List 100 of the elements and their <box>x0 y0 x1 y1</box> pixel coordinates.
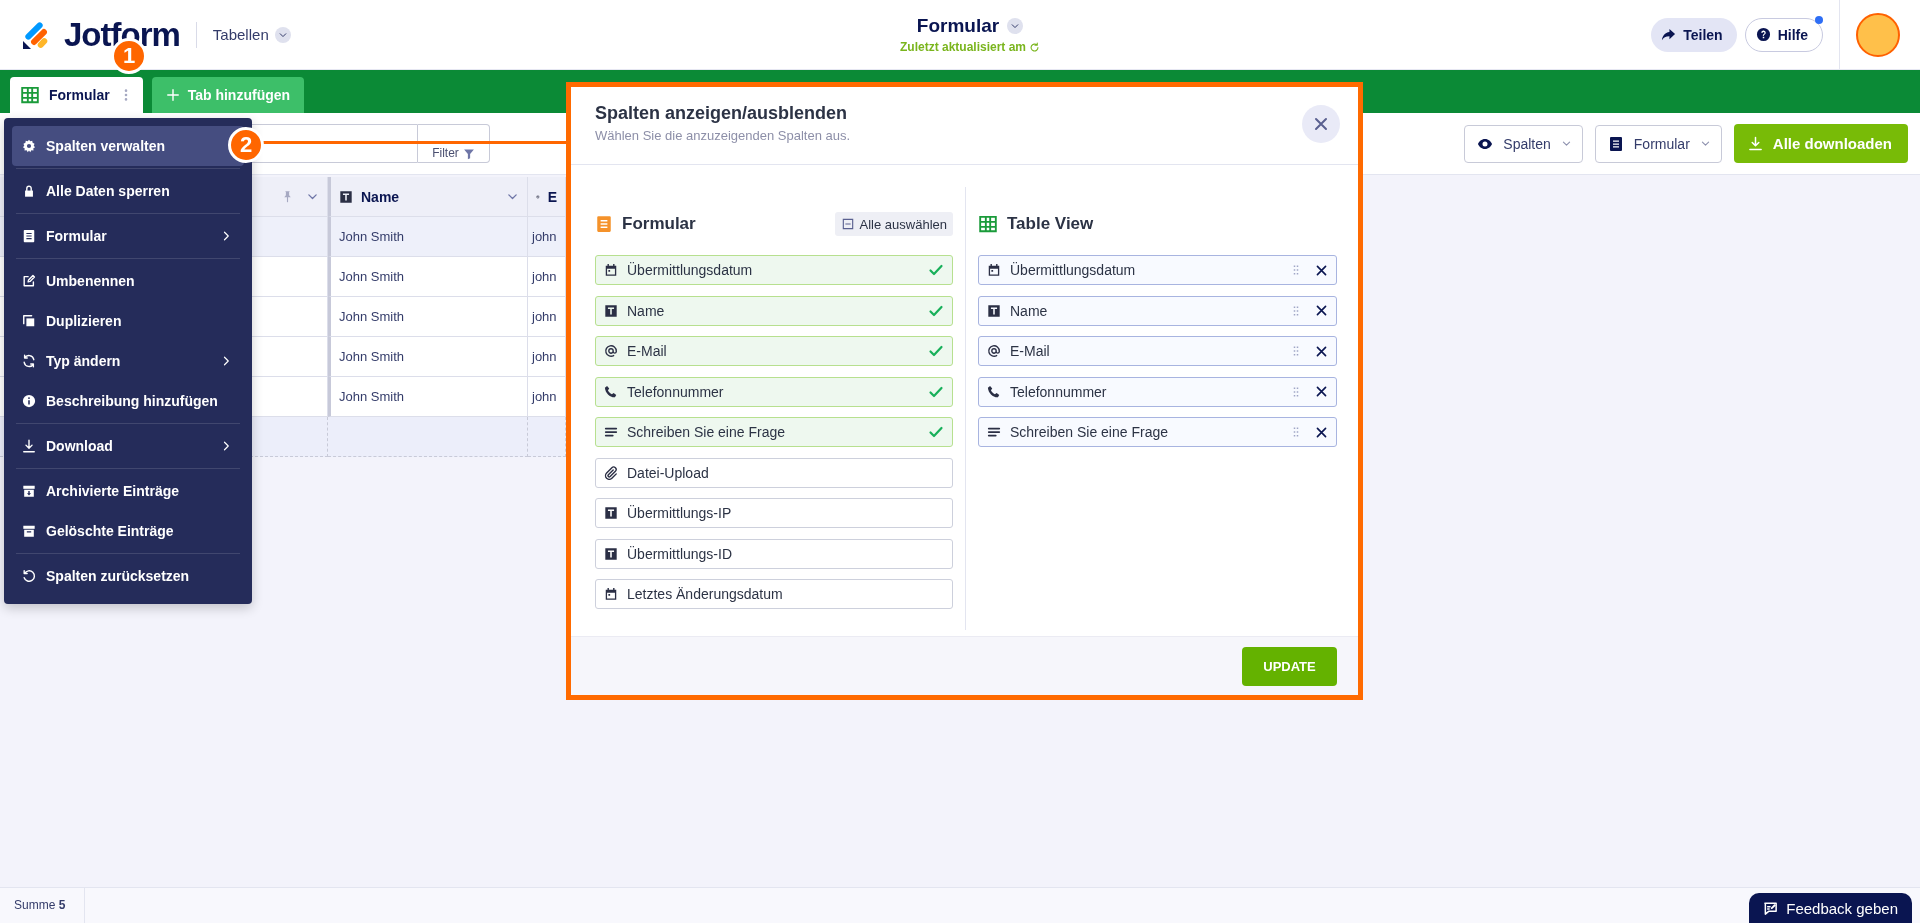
column-option[interactable]: Übermittlungsdatum <box>595 255 953 285</box>
menu-item[interactable]: Spalten zurücksetzen <box>12 556 244 596</box>
archive-box-icon <box>22 524 36 538</box>
paperclip-icon <box>604 465 618 480</box>
column-header[interactable]: E <box>528 177 566 217</box>
chevron-down-icon[interactable] <box>1010 21 1021 31</box>
text-field-icon <box>987 303 1001 318</box>
text-lines-icon <box>604 425 618 439</box>
dialog-subtitle: Wählen Sie die anzuzeigenden Spalten aus. <box>595 128 851 143</box>
avatar[interactable] <box>1856 12 1900 57</box>
menu-item[interactable]: Archivierte Einträge <box>12 471 244 511</box>
checkbox-icon <box>840 217 855 231</box>
info-icon <box>22 394 36 408</box>
table-cell: john <box>528 377 566 417</box>
column-option[interactable]: E-Mail <box>595 336 953 366</box>
edit-icon <box>22 274 36 288</box>
check-icon <box>928 424 944 440</box>
remove-icon[interactable] <box>1315 385 1328 398</box>
column-option[interactable]: Letztes Änderungsdatum <box>595 579 953 609</box>
text-field-icon <box>339 189 353 204</box>
chevron-down-icon <box>1560 138 1572 149</box>
menu-item[interactable]: Formular <box>12 216 244 256</box>
sum-text: Summe 5 <box>0 888 85 923</box>
document-icon <box>1607 135 1624 152</box>
calendar-icon <box>987 263 1001 277</box>
feedback-button[interactable]: Feedback geben <box>1749 893 1912 923</box>
selected-column[interactable]: Name <box>978 295 1337 326</box>
table-cell: John Smith <box>328 217 528 257</box>
column-title: Formular <box>622 214 696 234</box>
phone-icon <box>604 384 618 399</box>
lock-icon <box>22 184 36 198</box>
table-cell: John Smith <box>328 337 528 377</box>
text-field-icon <box>604 303 618 318</box>
form-dropdown[interactable]: Formular <box>1594 124 1722 163</box>
table-cell: john <box>528 217 566 257</box>
table-cell: John Smith <box>328 297 528 337</box>
selected-column[interactable]: Übermittlungsdatum <box>978 255 1337 285</box>
text-lines-icon <box>987 425 1001 439</box>
selected-column[interactable]: Telefonnummer <box>978 376 1337 407</box>
chevron-down-icon <box>1699 138 1711 149</box>
menu-item[interactable]: Gelöschte Einträge <box>12 511 244 551</box>
table-cell: John Smith <box>328 377 528 417</box>
column-option[interactable]: Telefonnummer <box>595 376 953 407</box>
column-header[interactable]: Name <box>328 177 528 217</box>
phone-icon <box>987 384 1001 399</box>
share-button[interactable]: Teilen <box>1651 17 1737 52</box>
tab[interactable]: Formular <box>10 77 143 113</box>
table-cell: john <box>528 257 566 297</box>
column-option[interactable]: Name <box>595 295 953 326</box>
check-icon <box>928 262 944 278</box>
plus-icon <box>165 88 180 102</box>
last-updated-text: Zuletzt aktualisiert am <box>899 40 1026 54</box>
duplicate-icon <box>22 314 36 328</box>
column-option[interactable]: Übermittlungs-ID <box>595 538 953 569</box>
check-icon <box>928 343 944 359</box>
archive-icon <box>22 484 36 498</box>
sync-icon <box>22 354 36 368</box>
menu-item[interactable]: Alle Daten sperren <box>12 171 244 211</box>
help-icon <box>1755 27 1771 42</box>
remove-icon[interactable] <box>1315 263 1328 277</box>
remove-icon[interactable] <box>1315 344 1328 358</box>
table-cell: John Smith <box>328 257 528 297</box>
section-dropdown[interactable]: Tabellen <box>212 26 291 43</box>
calendar-icon <box>604 263 618 277</box>
remove-icon[interactable] <box>1315 304 1328 317</box>
help-button[interactable]: Hilfe <box>1744 17 1823 52</box>
menu-item[interactable]: Beschreibung hinzufügen <box>12 381 244 421</box>
calendar-icon <box>604 587 618 601</box>
close-icon <box>1313 116 1329 132</box>
column-option[interactable]: Datei-Upload <box>595 457 953 488</box>
text-field-icon <box>604 506 618 520</box>
close-button[interactable] <box>1302 105 1340 143</box>
remove-icon[interactable] <box>1315 425 1328 439</box>
filter-icon <box>462 148 475 160</box>
column-option[interactable]: Übermittlungs-IP <box>595 498 953 528</box>
feedback-icon <box>1763 900 1779 916</box>
table-cell: john <box>528 337 566 377</box>
notification-dot <box>1815 15 1823 24</box>
selected-column[interactable]: E-Mail <box>978 336 1337 366</box>
menu-item[interactable]: Download <box>12 426 244 466</box>
menu-item[interactable]: Duplizieren <box>12 301 244 341</box>
form-title: Formular <box>916 15 1000 37</box>
menu-item[interactable]: Umbenennen <box>12 261 244 301</box>
select-all-button[interactable]: Alle auswählen <box>834 212 953 236</box>
download-icon <box>1747 136 1763 151</box>
document-icon <box>22 229 36 243</box>
refresh-icon[interactable] <box>1029 41 1040 53</box>
column-title: Name <box>361 188 400 205</box>
table-icon <box>978 214 998 234</box>
text-field-icon <box>604 546 618 561</box>
document-icon <box>595 214 613 234</box>
columns-dropdown[interactable]: Spalten <box>1464 124 1583 163</box>
share-icon <box>1661 27 1677 42</box>
column-option[interactable]: Schreiben Sie eine Frage <box>595 417 953 447</box>
menu-item[interactable]: Typ ändern <box>12 341 244 381</box>
selected-column[interactable]: Schreiben Sie eine Frage <box>978 417 1337 447</box>
download-icon <box>22 439 36 453</box>
table-icon <box>20 85 40 105</box>
settings-icon <box>22 139 36 153</box>
dialog-title: Spalten anzeigen/ausblenden <box>595 103 849 124</box>
